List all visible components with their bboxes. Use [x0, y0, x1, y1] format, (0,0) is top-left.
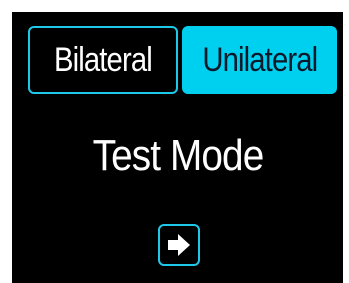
page-title-text: Test Mode [92, 131, 264, 180]
unilateral-button[interactable]: Unilateral [182, 26, 337, 94]
bilateral-button[interactable]: Bilateral [28, 26, 178, 94]
arrow-right-icon [168, 234, 190, 256]
page-title: Test Mode [12, 130, 343, 182]
next-button[interactable] [158, 224, 200, 266]
device-screen: Bilateral Unilateral Test Mode [12, 12, 343, 283]
bilateral-label: Bilateral [54, 40, 153, 79]
unilateral-label: Unilateral [202, 40, 318, 79]
